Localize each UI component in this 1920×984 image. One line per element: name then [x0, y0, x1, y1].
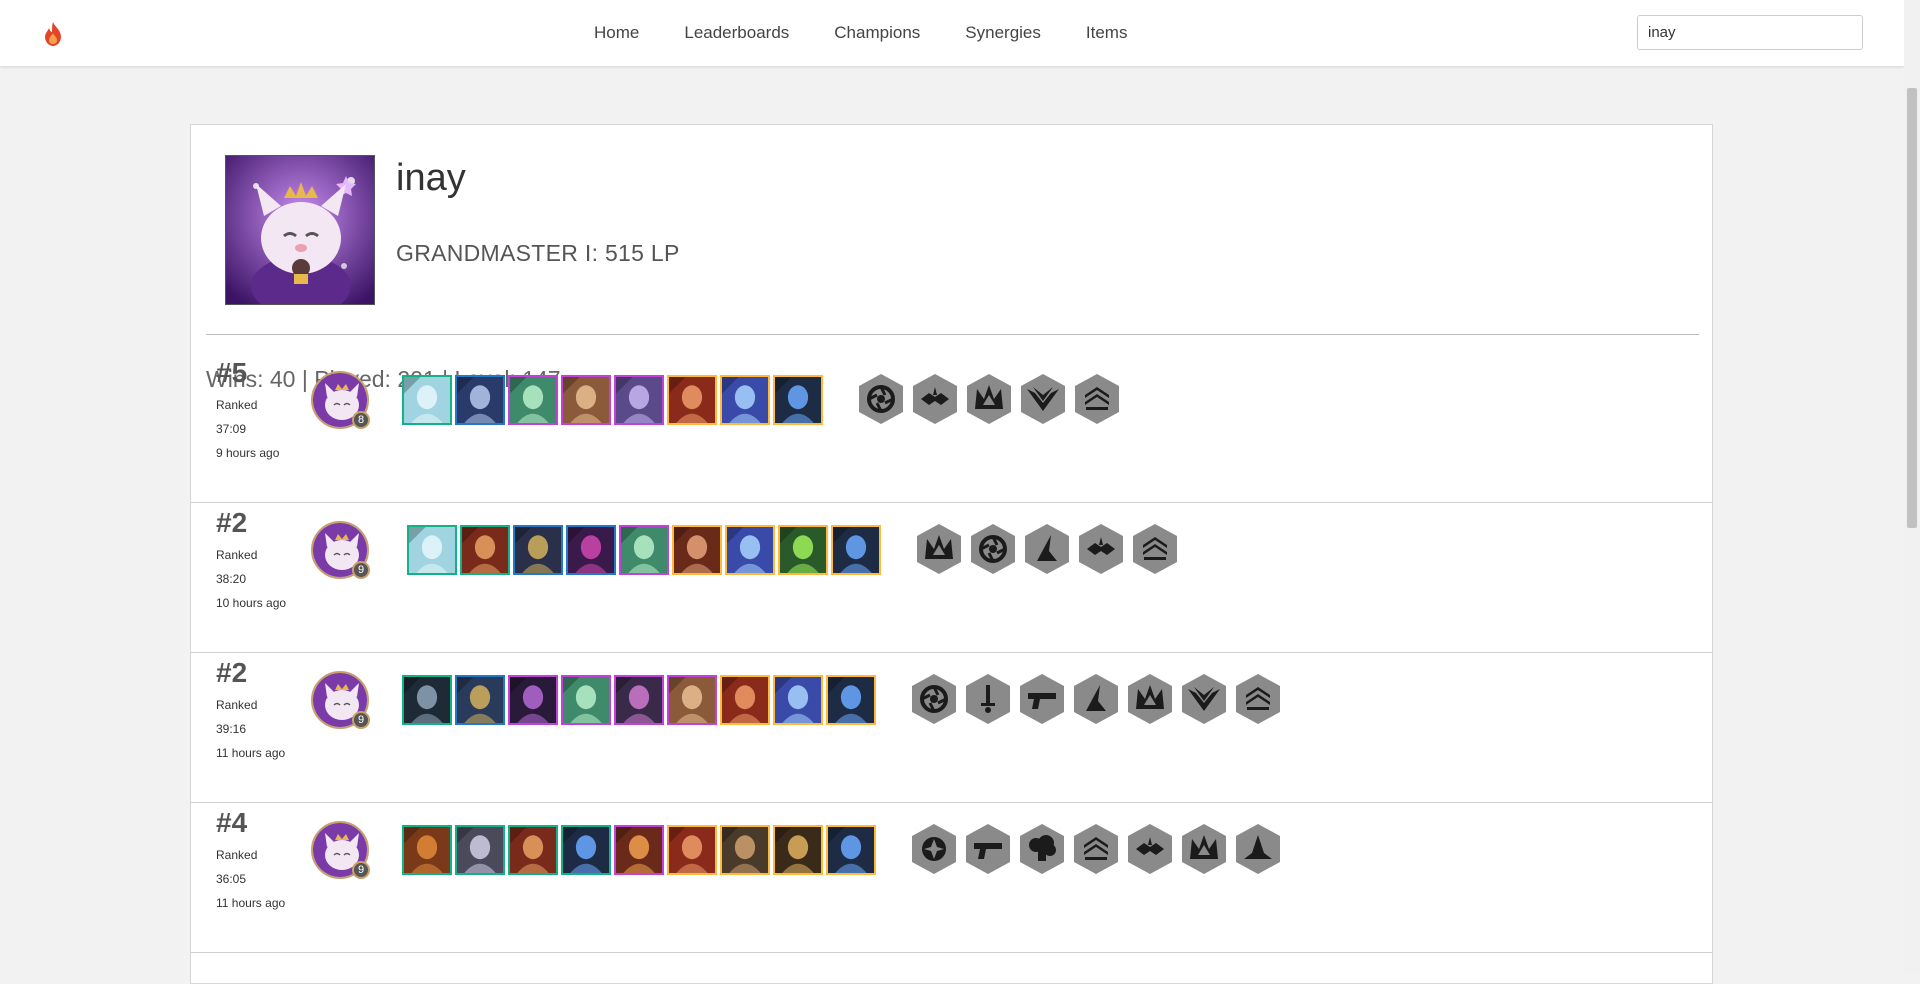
player-level-badge: 8 — [352, 411, 370, 429]
champion-portrait[interactable] — [826, 675, 876, 725]
aperture-trait-icon[interactable] — [857, 373, 905, 425]
match-placement: #4 — [216, 807, 248, 838]
match-placement: #2 — [216, 507, 248, 538]
crown-trait-icon[interactable] — [1126, 673, 1174, 725]
gun-trait-icon[interactable] — [964, 823, 1012, 875]
stack-trait-icon[interactable] — [1234, 673, 1282, 725]
profile-panel: inay GRANDMASTER I: 515 LP Wins: 40 | Pl… — [190, 124, 1713, 984]
champion-portrait[interactable] — [455, 375, 505, 425]
champion-portrait[interactable] — [455, 825, 505, 875]
champion-portrait[interactable] — [614, 825, 664, 875]
champion-portrait[interactable] — [614, 675, 664, 725]
match-mode: Ranked — [216, 698, 258, 712]
champion-portrait[interactable] — [831, 525, 881, 575]
champion-portrait[interactable] — [773, 375, 823, 425]
top-navbar: Home Leaderboards Champions Synergies It… — [0, 0, 1904, 66]
champion-portrait[interactable] — [614, 375, 664, 425]
player-level-badge: 9 — [352, 561, 370, 579]
match-duration: 38:20 — [216, 572, 247, 586]
champion-portrait[interactable] — [407, 525, 457, 575]
champion-portrait[interactable] — [667, 675, 717, 725]
champion-portrait[interactable] — [402, 675, 452, 725]
champion-portrait[interactable] — [566, 525, 616, 575]
rebel-trait-icon[interactable] — [1077, 523, 1125, 575]
champion-portrait[interactable] — [561, 375, 611, 425]
champion-portrait[interactable] — [725, 525, 775, 575]
match-row[interactable]: #2 Ranked 39:16 11 hours ago 9 — [191, 651, 1712, 803]
champion-portrait[interactable] — [619, 525, 669, 575]
champion-portrait[interactable] — [513, 525, 563, 575]
wings-trait-icon[interactable] — [1019, 373, 1067, 425]
match-time-ago: 11 hours ago — [216, 746, 286, 760]
champion-portrait[interactable] — [561, 675, 611, 725]
match-mode: Ranked — [216, 398, 258, 412]
aperture-trait-icon[interactable] — [969, 523, 1017, 575]
divider — [206, 334, 1699, 335]
player-level-badge: 9 — [352, 861, 370, 879]
nav-synergies[interactable]: Synergies — [965, 23, 1041, 43]
match-time-ago: 11 hours ago — [216, 896, 286, 910]
champion-portrait[interactable] — [778, 525, 828, 575]
blade-trait-icon[interactable] — [1023, 523, 1071, 575]
stack-trait-icon[interactable] — [1072, 823, 1120, 875]
stack-trait-icon[interactable] — [1131, 523, 1179, 575]
search-input[interactable] — [1637, 15, 1863, 50]
scrollbar-thumb[interactable] — [1907, 88, 1917, 528]
match-duration: 37:09 — [216, 422, 247, 436]
champion-portrait[interactable] — [720, 375, 770, 425]
champion-portrait[interactable] — [773, 675, 823, 725]
champion-portrait[interactable] — [455, 675, 505, 725]
blade-trait-icon[interactable] — [1072, 673, 1120, 725]
champion-portrait[interactable] — [508, 825, 558, 875]
star-trait-icon[interactable] — [910, 823, 958, 875]
gun-trait-icon[interactable] — [1018, 673, 1066, 725]
champion-portrait[interactable] — [561, 825, 611, 875]
main-nav: Home Leaderboards Champions Synergies It… — [594, 0, 1172, 66]
match-duration: 39:16 — [216, 722, 247, 736]
champion-portrait[interactable] — [672, 525, 722, 575]
little-legend-avatar — [226, 156, 374, 304]
champion-portrait[interactable] — [826, 825, 876, 875]
nav-items[interactable]: Items — [1086, 23, 1128, 43]
crown-trait-icon[interactable] — [965, 373, 1013, 425]
sword-trait-icon[interactable] — [964, 673, 1012, 725]
match-duration: 36:05 — [216, 872, 247, 886]
champion-portrait[interactable] — [460, 525, 510, 575]
player-rank: GRANDMASTER I: 515 LP — [396, 240, 680, 266]
aperture-trait-icon[interactable] — [910, 673, 958, 725]
nav-leaderboards[interactable]: Leaderboards — [684, 23, 789, 43]
flame-icon[interactable] — [42, 21, 64, 47]
nav-home[interactable]: Home — [594, 23, 639, 43]
champion-portrait[interactable] — [402, 375, 452, 425]
champion-portrait[interactable] — [508, 675, 558, 725]
match-placement: #2 — [216, 657, 248, 688]
match-placement: #5 — [216, 357, 248, 388]
nav-champions[interactable]: Champions — [834, 23, 920, 43]
cloud-trait-icon[interactable] — [1018, 823, 1066, 875]
match-mode: Ranked — [216, 848, 258, 862]
stack-trait-icon[interactable] — [1073, 373, 1121, 425]
champion-portrait[interactable] — [773, 825, 823, 875]
champion-portrait[interactable] — [720, 825, 770, 875]
ship-trait-icon[interactable] — [1234, 823, 1282, 875]
match-time-ago: 10 hours ago — [216, 596, 287, 610]
champion-portrait[interactable] — [720, 675, 770, 725]
rebel-trait-icon[interactable] — [1126, 823, 1174, 875]
champion-portrait[interactable] — [508, 375, 558, 425]
player-name: inay — [396, 157, 466, 199]
match-mode: Ranked — [216, 548, 258, 562]
player-level-badge: 9 — [352, 711, 370, 729]
match-row[interactable]: #4 Ranked 36:05 11 hours ago 9 — [191, 801, 1712, 953]
wings-trait-icon[interactable] — [1180, 673, 1228, 725]
crown-trait-icon[interactable] — [915, 523, 963, 575]
champion-portrait[interactable] — [667, 825, 717, 875]
profile-avatar — [225, 155, 375, 305]
match-row[interactable]: #2 Ranked 38:20 10 hours ago 9 — [191, 501, 1712, 653]
crown-trait-icon[interactable] — [1180, 823, 1228, 875]
rebel-trait-icon[interactable] — [911, 373, 959, 425]
champion-portrait[interactable] — [402, 825, 452, 875]
match-row[interactable]: #5 Ranked 37:09 9 hours ago 8 — [191, 351, 1712, 503]
match-time-ago: 9 hours ago — [216, 446, 280, 460]
champion-portrait[interactable] — [667, 375, 717, 425]
